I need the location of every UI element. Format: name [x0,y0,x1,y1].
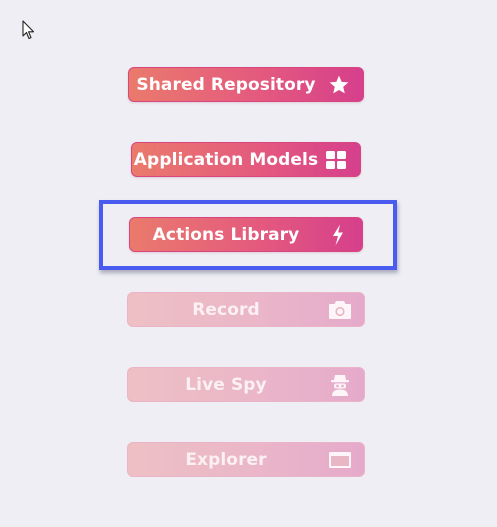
shared-repository-button[interactable]: Shared Repository [128,67,364,102]
lightning-icon [326,223,350,247]
actions-library-button[interactable]: Actions Library [129,217,363,252]
application-models-button[interactable]: Application Models [131,142,361,177]
grid-icon [324,148,348,172]
record-label: Record [192,299,260,320]
star-icon [327,73,351,97]
shared-repository-label: Shared Repository [136,74,316,95]
explorer-button[interactable]: Explorer [127,442,365,477]
window-icon [328,448,352,472]
actions-library-label: Actions Library [152,224,300,245]
spy-icon [328,373,352,397]
camera-icon [328,298,352,322]
live-spy-label: Live Spy [185,374,267,395]
application-models-label: Application Models [133,149,319,170]
mouse-cursor-icon [22,20,35,40]
record-button[interactable]: Record [127,292,365,327]
explorer-label: Explorer [185,449,267,470]
live-spy-button[interactable]: Live Spy [127,367,365,402]
